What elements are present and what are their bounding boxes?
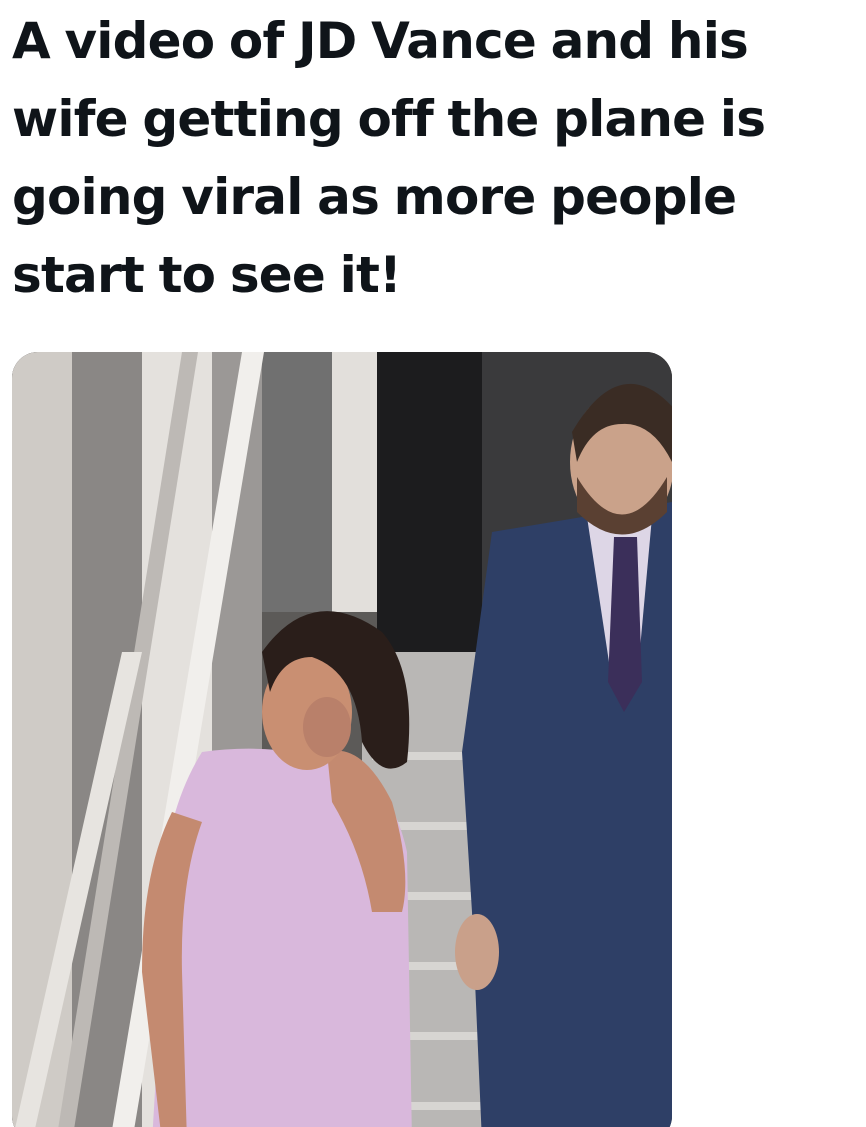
video-still-image	[12, 352, 672, 1127]
post-headline: A video of JD Vance and his wife getting…	[12, 12, 766, 304]
post-container: A video of JD Vance and his wife getting…	[0, 0, 866, 1127]
post-video[interactable]	[12, 352, 672, 1127]
